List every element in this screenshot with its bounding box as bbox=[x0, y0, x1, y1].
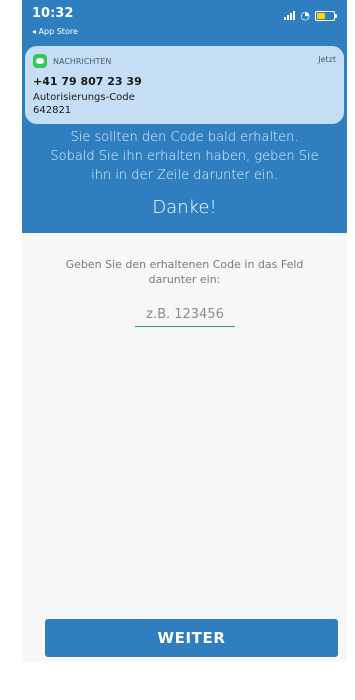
status-time: 10:32 bbox=[32, 6, 74, 21]
notification-header: NACHRICHTEN bbox=[33, 54, 111, 68]
phone-screen: 10:32 ◂ App Store ◔ NACHRICHTEN Jetzt +4… bbox=[0, 0, 355, 700]
instruction-line-3: ihn in der Zeile darunter ein. bbox=[91, 168, 278, 183]
screen-border-right bbox=[347, 0, 355, 700]
screen-border-left bbox=[0, 0, 22, 700]
instruction-line-2: Sobald Sie ihn erhalten haben, geben Sie bbox=[50, 149, 319, 164]
messages-icon bbox=[33, 54, 47, 68]
prompt-line-1: Geben Sie den erhaltenen Code in das Fel… bbox=[65, 258, 304, 271]
notification-body: Autorisierungs-Code 642821 bbox=[33, 91, 135, 117]
instructions-text: Sie sollten den Code bald erhalten. Soba… bbox=[22, 128, 347, 185]
hero-section: 10:32 ◂ App Store ◔ NACHRICHTEN Jetzt +4… bbox=[22, 0, 347, 233]
bottom-safe-area bbox=[0, 662, 355, 700]
code-entry-section: Geben Sie den erhaltenen Code in das Fel… bbox=[22, 233, 347, 700]
wifi-icon: ◔ bbox=[300, 9, 310, 22]
next-button[interactable]: WEITER bbox=[45, 619, 338, 657]
instruction-line-1: Sie sollten den Code bald erhalten. bbox=[70, 130, 299, 145]
notification-body-line: Autorisierungs-Code bbox=[33, 92, 135, 103]
status-bar: 10:32 ◂ App Store ◔ bbox=[22, 0, 347, 42]
notification-time: Jetzt bbox=[318, 55, 336, 64]
code-input[interactable] bbox=[135, 307, 235, 327]
notification-app-name: NACHRICHTEN bbox=[53, 56, 112, 66]
prompt-line-2: darunter ein: bbox=[148, 273, 221, 286]
sms-notification[interactable]: NACHRICHTEN Jetzt +41 79 807 23 39 Autor… bbox=[25, 46, 344, 124]
notification-code: 642821 bbox=[33, 105, 72, 116]
notification-sender: +41 79 807 23 39 bbox=[33, 75, 142, 88]
back-to-app-store[interactable]: ◂ App Store bbox=[32, 27, 78, 36]
code-field-wrapper bbox=[135, 303, 235, 327]
thanks-title: Danke! bbox=[152, 197, 217, 218]
status-icons: ◔ bbox=[284, 9, 337, 22]
signal-icon bbox=[284, 11, 296, 20]
battery-icon bbox=[315, 10, 337, 21]
code-prompt: Geben Sie den erhaltenen Code in das Fel… bbox=[42, 257, 327, 287]
